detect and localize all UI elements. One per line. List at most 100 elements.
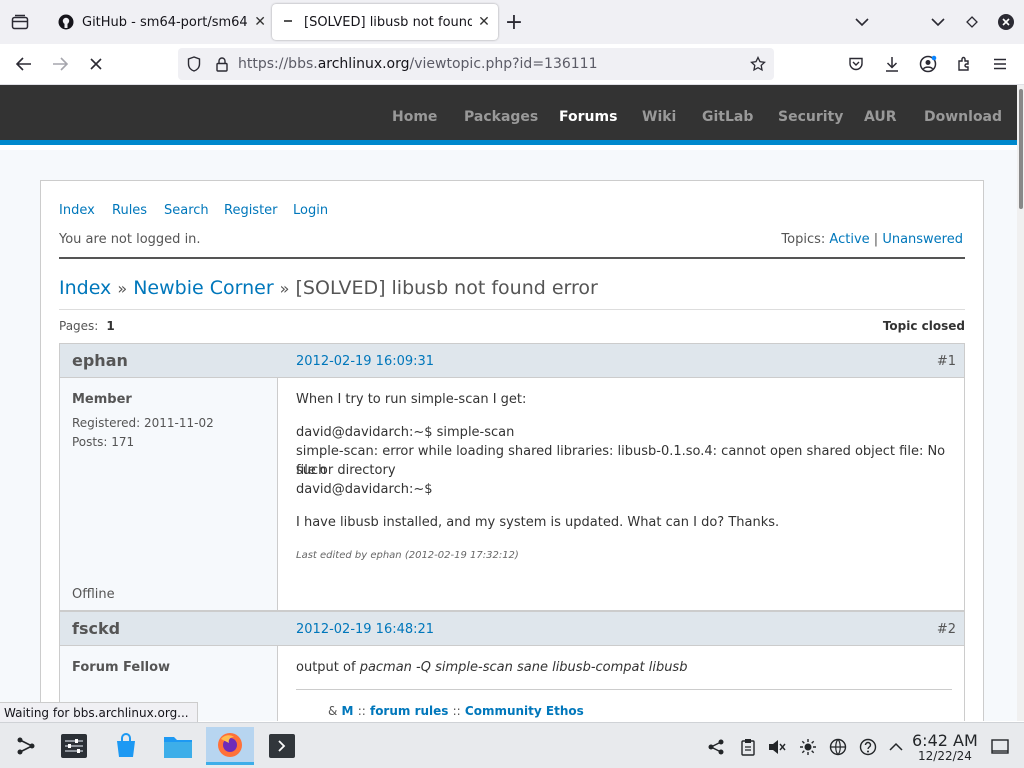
show-hidden-icons-chevron[interactable] (886, 737, 906, 757)
footer-links: & M :: forum rules :: Community Ethos (328, 704, 584, 718)
help-icon[interactable] (858, 737, 878, 757)
divider (59, 257, 965, 259)
topics-active-link[interactable]: Active (829, 232, 869, 247)
list-tabs-icon[interactable] (848, 8, 876, 36)
tab-overview-icon[interactable] (6, 8, 34, 36)
tab-archlinux[interactable]: [SOLVED] libusb not found ✕ (272, 4, 498, 40)
breadcrumb-topic: [SOLVED] libusb not found error (295, 277, 598, 299)
forward-icon[interactable] (46, 50, 74, 78)
login-status: You are not logged in. (59, 232, 201, 247)
post-number: #2 (936, 622, 956, 637)
extensions-icon[interactable] (950, 50, 978, 78)
breadcrumb-separator: » (117, 279, 128, 298)
clipboard-icon[interactable] (738, 737, 758, 757)
close-tab-icon[interactable]: ✕ (476, 14, 492, 30)
close-tab-icon[interactable]: ✕ (252, 14, 268, 30)
loading-status: Waiting for bbs.archlinux.org... (0, 702, 198, 724)
nav-wiki[interactable]: Wiki (642, 109, 676, 125)
lock-icon[interactable] (208, 50, 236, 78)
post-command: pacman -Q simple-scan sane libusb-compat… (359, 660, 688, 675)
nav-packages[interactable]: Packages (464, 109, 538, 125)
tab-github[interactable]: GitHub - sm64-port/sm64- ✕ (50, 4, 268, 40)
topics-separator: | (873, 232, 879, 247)
download-icon[interactable] (878, 50, 906, 78)
footer-separator: :: (357, 704, 366, 718)
nav-security[interactable]: Security (778, 109, 843, 125)
volume-muted-icon[interactable] (767, 737, 787, 757)
topic-closed-label: Topic closed (882, 319, 965, 333)
bookmark-star-icon[interactable] (744, 50, 772, 78)
page-background: Index Rules Search Register Login You ar… (0, 150, 1020, 721)
scrollbar-thumb[interactable] (1019, 89, 1023, 209)
clock-date[interactable]: 12/22/24 (918, 749, 972, 763)
post-header: ephan 2012-02-19 16:09:31 #1 (60, 344, 964, 378)
show-desktop-icon[interactable] (990, 737, 1010, 757)
footer-separator: :: (452, 704, 461, 718)
network-share-icon[interactable] (706, 737, 726, 757)
network-globe-icon[interactable] (828, 737, 848, 757)
tab-title: GitHub - sm64-port/sm64- (82, 14, 249, 30)
post-body: When I try to run simple-scan I get: dav… (278, 378, 964, 610)
menu-register[interactable]: Register (224, 203, 278, 218)
current-page: 1 (106, 319, 115, 333)
url-domain: archlinux.org (317, 56, 410, 72)
menu-rules[interactable]: Rules (112, 203, 147, 218)
post-edit-note: Last edited by ephan (2012-02-19 17:32:1… (296, 550, 519, 561)
post-text: output of pacman -Q simple-scan sane lib… (296, 658, 687, 677)
back-icon[interactable] (10, 50, 38, 78)
brightness-icon[interactable] (798, 737, 818, 757)
post-date-link[interactable]: 2012-02-19 16:48:21 (296, 622, 434, 637)
pages-label: Pages: (59, 319, 99, 333)
terminal-icon[interactable] (262, 727, 302, 765)
url-text[interactable]: https://bbs.archlinux.org/viewtopic.php?… (238, 56, 598, 72)
post-text-prefix: output of (296, 660, 356, 675)
topics-unanswered-link[interactable]: Unanswered (882, 232, 963, 247)
url-prefix: https://bbs. (238, 56, 318, 72)
post-date-link[interactable]: 2012-02-19 16:09:31 (296, 354, 434, 369)
breadcrumb: Index » Newbie Corner » [SOLVED] libusb … (59, 277, 598, 299)
stop-loading-icon[interactable] (82, 50, 110, 78)
chevron-down-icon[interactable] (924, 8, 952, 36)
breadcrumb-index[interactable]: Index (59, 277, 111, 299)
menu-index[interactable]: Index (59, 203, 95, 218)
menu-icon[interactable] (986, 50, 1014, 78)
user-post-count: Posts: 171 (72, 435, 135, 449)
account-icon[interactable] (914, 50, 942, 78)
post-text: I have libusb installed, and my system i… (296, 515, 780, 530)
post-author: fsckd (72, 619, 121, 638)
app-launcher-icon[interactable] (6, 727, 46, 765)
tab-bar: GitHub - sm64-port/sm64- ✕ [SOLVED] libu… (0, 0, 1024, 44)
url-bar[interactable]: https://bbs.archlinux.org/viewtopic.php?… (178, 48, 774, 80)
post-author-info: Member Registered: 2011-11-02 Posts: 171… (60, 378, 278, 610)
footer-link-m[interactable]: M (342, 704, 354, 718)
firefox-icon[interactable] (206, 727, 254, 765)
post-text: simple-scan: error while loading shared … (296, 444, 946, 478)
pocket-icon[interactable] (842, 50, 870, 78)
file-manager-icon[interactable] (158, 727, 198, 765)
discover-store-icon[interactable] (106, 727, 146, 765)
clock-time[interactable]: 6:42 AM (912, 731, 978, 750)
nav-home[interactable]: Home (392, 109, 437, 125)
tab-title: [SOLVED] libusb not found (304, 14, 472, 30)
nav-gitlab[interactable]: GitLab (702, 109, 753, 125)
nav-forums[interactable]: Forums (559, 109, 617, 125)
new-tab-button[interactable]: + (500, 8, 528, 36)
breadcrumb-forum[interactable]: Newbie Corner (133, 277, 273, 299)
post-text: file or directory (296, 463, 396, 478)
menu-login[interactable]: Login (293, 203, 328, 218)
footer-link-community-ethos[interactable]: Community Ethos (465, 704, 584, 718)
nav-aur[interactable]: AUR (864, 109, 897, 125)
post-text: david@davidarch:~$ (296, 482, 433, 497)
forum-container: Index Rules Search Register Login You ar… (40, 180, 984, 721)
page-scrollbar[interactable] (1017, 85, 1024, 721)
menu-search[interactable]: Search (164, 203, 209, 218)
window-close-icon[interactable] (992, 8, 1020, 36)
footer-link-forum-rules[interactable]: forum rules (370, 704, 448, 718)
topics-links: Topics: Active | Unanswered (781, 232, 963, 247)
loading-icon (280, 14, 296, 30)
system-settings-icon[interactable] (54, 727, 94, 765)
user-online-status: Offline (72, 587, 115, 602)
nav-download[interactable]: Download (924, 109, 1002, 125)
shield-icon[interactable] (180, 50, 208, 78)
diamond-icon[interactable] (958, 8, 986, 36)
